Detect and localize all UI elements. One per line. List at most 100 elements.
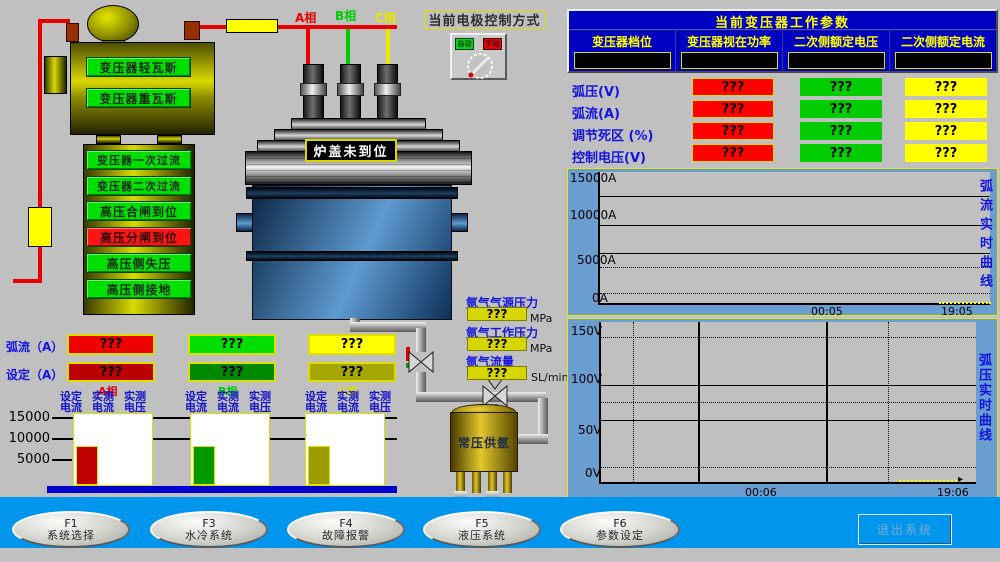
arc-current-label: 弧流(A) [572, 103, 620, 122]
arc-current-param-b: ??? [800, 100, 882, 118]
f1-system-select-button[interactable]: F1 系统选择 [12, 511, 130, 548]
trend2-ytick-0: 150V [571, 324, 602, 338]
gridline-vertical-dashed [888, 322, 889, 482]
alarm-hv-close-in-place: 高压合闸到位 [86, 201, 192, 221]
col-header: 设定电流 [183, 391, 209, 413]
value-secondary-voltage [788, 52, 885, 69]
deadband-b: ??? [800, 122, 882, 140]
bar-tick-5000 [52, 459, 72, 461]
cabinet-stub-right [157, 135, 182, 144]
gridline-dashed [601, 467, 976, 468]
electrode-c-collar [374, 83, 401, 96]
furnace-band-lower [246, 251, 458, 261]
arc-current-plot-area [598, 172, 990, 305]
isolator-box-left [28, 207, 52, 247]
col-tap-position: 变压器档位 [569, 33, 675, 50]
valve-1[interactable] [408, 350, 434, 374]
phase-c-label: C相 [375, 9, 396, 26]
gridline-dashed [601, 402, 976, 403]
argon-work-pressure-value: ??? [467, 337, 527, 351]
trend2-cursor-line [899, 480, 957, 482]
setpoint-a: ??? [67, 362, 155, 382]
pipe-run-6 [514, 434, 548, 444]
alarm-primary-overcurrent: 变压器一次过流 [86, 150, 192, 170]
col-header: 设定电流 [303, 391, 329, 413]
tank-leg-4 [503, 472, 512, 493]
col-apparent-power: 变压器视在功率 [676, 33, 782, 50]
alarm-hv-open-in-place: 高压分闸到位 [86, 227, 192, 247]
gridline-vertical [826, 322, 828, 482]
bar-col-headers-c: 设定电流 实测电流 实测电压 [303, 391, 393, 413]
trend2-ytick-1: 100V [571, 372, 602, 386]
function-key-bar: F1 系统选择 F3 水冷系统 F4 故障报警 F5 液压系统 F6 参数设定 … [0, 497, 1000, 548]
arc-voltage-trend-title: 弧压实时曲线 [974, 353, 993, 443]
arc-voltage-trend-chart: 150V 100V 50V 0V 00:06 19:06 弧压实时曲线 ▸ [567, 318, 998, 500]
furnace-band-upper [246, 187, 458, 199]
hv-wire-bottom-stub [13, 279, 42, 283]
bottom-gray-strip [0, 548, 1000, 562]
value-secondary-current [895, 52, 992, 69]
deadband-label: 调节死区 (%) [572, 125, 653, 144]
col-header: 实测电压 [247, 391, 273, 413]
gridline [600, 196, 990, 197]
trend1-ytick-2: 5000A [577, 253, 616, 267]
arc-current-param-a: ??? [692, 100, 774, 118]
control-mode-panel: 自动 手动 [450, 33, 507, 80]
mode-selector-knob[interactable] [462, 51, 498, 81]
gridline [601, 385, 976, 386]
cabinet-stub-left [96, 135, 121, 144]
f5-hydraulic-button[interactable]: F5 液压系统 [423, 511, 541, 548]
tank-leg-3 [488, 472, 497, 493]
trend2-ytick-2: 50V [578, 423, 601, 437]
oil-conservator-dome [87, 5, 139, 43]
value-apparent-power [681, 52, 778, 69]
f6-parameter-set-button[interactable]: F6 参数设定 [560, 511, 680, 548]
trend1-xtick-0: 00:05 [811, 305, 843, 318]
hv-wire-left-vertical-2 [38, 247, 42, 283]
gridline-dashed [600, 293, 990, 294]
exit-system-button[interactable]: 退出系统 [858, 514, 952, 545]
arc-voltage-a: ??? [692, 78, 774, 96]
phase-b-label: B相 [335, 7, 356, 24]
bar-a-setpoint [76, 446, 98, 485]
alarm-heavy-gas: 变压器重瓦斯 [86, 88, 191, 108]
bar-ytick-10000: 10000 [8, 431, 50, 446]
setpoint-b: ??? [188, 362, 276, 382]
f3-label: 水冷系统 [185, 530, 233, 542]
arc-current-row-label: 弧流（A） [6, 338, 63, 355]
f4-fault-alarm-button[interactable]: F4 故障报警 [287, 511, 405, 548]
electrode-b-collar [337, 83, 364, 96]
trend2-ytick-3: 0V [585, 466, 601, 480]
arc-current-trend-chart: 15000A 10000A 5000A 0A 00:05 19:05 弧流实时曲… [567, 168, 998, 316]
control-voltage-label: 控制电压(V) [572, 147, 646, 166]
f1-key: F1 [64, 518, 77, 530]
f3-key: F3 [202, 518, 215, 530]
manual-button[interactable]: 手动 [483, 38, 502, 50]
alarm-light-gas: 变压器轻瓦斯 [86, 57, 191, 77]
trend1-ytick-0: 15000A [570, 171, 616, 185]
hv-wire-left-vertical [38, 19, 42, 209]
alarm-hv-ground: 高压侧接地 [86, 279, 192, 299]
setpoint-c: ??? [308, 362, 396, 382]
phase-a-label: A相 [295, 9, 316, 26]
trend1-xtick-1: 19:05 [941, 305, 973, 318]
tank-leg-2 [472, 472, 481, 493]
arc-current-param-c: ??? [905, 100, 987, 118]
control-mode-title: 当前电极控制方式 [424, 10, 545, 29]
f3-water-cooling-button[interactable]: F3 水冷系统 [150, 511, 268, 548]
arc-voltage-c: ??? [905, 78, 987, 96]
gridline [600, 253, 990, 254]
bar-panel-b [190, 413, 270, 486]
deadband-c: ??? [905, 122, 987, 140]
trend1-cursor-line [939, 302, 991, 304]
tank-leg-1 [456, 472, 465, 493]
f4-label: 故障报警 [322, 530, 370, 542]
auto-button[interactable]: 自动 [455, 38, 474, 50]
arc-voltage-label: 弧压(V) [572, 81, 620, 100]
control-voltage-b: ??? [800, 144, 882, 162]
trend1-ytick-3: 0A [592, 291, 608, 305]
bar-ytick-15000: 15000 [8, 410, 50, 425]
pipe-run-2 [416, 328, 426, 352]
phase-c-drop [386, 29, 390, 69]
phase-b-drop [346, 29, 350, 69]
